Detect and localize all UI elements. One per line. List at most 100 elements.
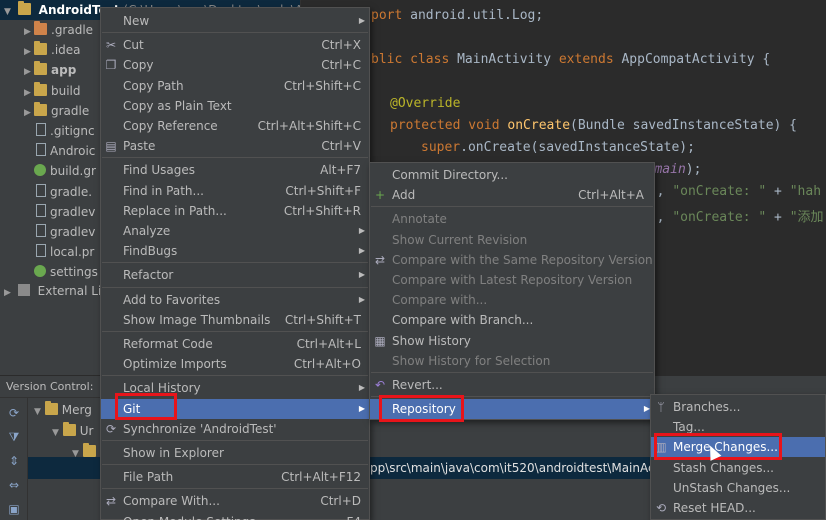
menu-item-label: Copy as Plain Text — [123, 98, 232, 113]
menu-item-copy-path[interactable]: Copy Path Ctrl+Shift+C — [101, 76, 369, 96]
menu-item-label: Compare with Latest Repository Version — [392, 273, 633, 287]
expand-arrow-icon[interactable]: ▶ — [24, 22, 34, 42]
vc-row-merge[interactable]: ▼ Merg — [34, 400, 92, 420]
vc-refresh-icon[interactable]: ⟳ — [7, 406, 21, 420]
folder-icon — [62, 422, 76, 436]
lock-icon[interactable]: ▣ — [7, 502, 21, 516]
tree-item[interactable]: ▶ build — [0, 81, 81, 101]
expand-arrow-icon[interactable]: ▶ — [24, 83, 34, 103]
submenu-arrow-icon: ▶ — [358, 226, 365, 235]
menu-item-copy-reference[interactable]: Copy Reference Ctrl+Alt+Shift+C — [101, 116, 369, 136]
menu-item-unstash-changes[interactable]: UnStash Changes... — [651, 478, 825, 498]
menu-item-find-usages[interactable]: Find Usages Alt+F7 — [101, 160, 369, 180]
menu-item-file-path[interactable]: File Path Ctrl+Alt+F12 — [101, 467, 369, 487]
menu-item-analyze[interactable]: Analyze ▶ — [101, 221, 369, 241]
menu-item-reset-head[interactable]: ⟲ Reset HEAD... — [651, 498, 825, 518]
tree-external-libraries[interactable]: ▶ External Lit — [0, 281, 106, 301]
menu-item-paste[interactable]: ▤ Paste Ctrl+V — [101, 136, 369, 156]
menu-item-find-in-path[interactable]: Find in Path... Ctrl+Shift+F — [101, 181, 369, 201]
collapse-all-icon[interactable]: ⇔ — [7, 478, 21, 492]
menu-item-optimize-imports[interactable]: Optimize Imports Ctrl+Alt+O — [101, 354, 369, 374]
tree-item[interactable]: gradlev — [0, 222, 95, 242]
expand-arrow-icon[interactable]: ▶ — [24, 42, 34, 62]
tree-item-label: build — [51, 83, 81, 98]
tree-item[interactable]: gradlev — [0, 202, 95, 222]
menu-item-show-in-explorer[interactable]: Show in Explorer — [101, 443, 369, 463]
menu-separator — [102, 286, 368, 288]
menu-item-compare-with[interactable]: Compare with... — [370, 290, 654, 310]
file-icon — [36, 183, 46, 197]
tree-item[interactable]: build.gr — [0, 161, 96, 181]
menu-item-label: Commit Directory... — [392, 168, 508, 182]
menu-item-findbugs[interactable]: FindBugs ▶ — [101, 241, 369, 261]
menu-item-compare-with-branch[interactable]: Compare with Branch... — [370, 310, 654, 330]
menu-item-git[interactable]: Git ▶ — [101, 398, 369, 419]
expand-arrow-icon[interactable]: ▶ — [4, 283, 14, 303]
menu-item-synchronize-androidtest[interactable]: ⟳ Synchronize 'AndroidTest' — [101, 419, 369, 439]
menu-item-shortcut: Ctrl+Shift+T — [284, 312, 361, 327]
menu-item-add-to-favorites[interactable]: Add to Favorites ▶ — [101, 290, 369, 310]
menu-separator — [371, 206, 653, 208]
menu-item-cut[interactable]: ✂ Cut Ctrl+X — [101, 35, 369, 55]
menu-item-show-history-for-selection[interactable]: Show History for Selection — [370, 351, 654, 371]
menu-item-annotate[interactable]: Annotate — [370, 209, 654, 229]
expand-arrow-icon[interactable]: ▶ — [24, 103, 34, 123]
menu-item-repository[interactable]: Repository ▶ — [370, 399, 654, 420]
menu-item-commit-directory[interactable]: Commit Directory... — [370, 165, 654, 185]
tree-item-label: Androic — [50, 144, 96, 159]
menu-item-compare-with[interactable]: ⇄ Compare With... Ctrl+D — [101, 491, 369, 511]
menu-separator — [102, 464, 368, 466]
folder-orange-icon — [34, 21, 47, 35]
tree-item-label: gradlev — [50, 225, 96, 239]
menu-item-stash-changes[interactable]: Stash Changes... — [651, 458, 825, 478]
tree-item[interactable]: Androic — [0, 141, 95, 161]
menu-item-copy[interactable]: ❐ Copy Ctrl+C — [101, 55, 369, 75]
menu-item-label: Show History for Selection — [392, 353, 551, 368]
code-line-8: (), "onCreate: " + "添加 — [641, 210, 824, 225]
menu-item-replace-in-path[interactable]: Replace in Path... Ctrl+Shift+R — [101, 201, 369, 221]
menu-item-shortcut: Ctrl+Shift+F — [285, 183, 361, 198]
menu-item-open-module-settings[interactable]: Open Module Settings F4 — [101, 512, 369, 520]
filter-icon[interactable]: ⧩ — [7, 430, 21, 444]
menu-item-tag[interactable]: Tag... — [651, 417, 825, 437]
menu-item-label: Add — [392, 188, 416, 203]
folder-icon — [44, 401, 58, 415]
menu-item-branches[interactable]: ᛘ Branches... — [651, 397, 825, 417]
expand-arrow-icon[interactable]: ▼ — [4, 2, 14, 22]
menu-item-add[interactable]: + Add Ctrl+Alt+A — [370, 185, 654, 205]
menu-item-shortcut: Ctrl+V — [321, 139, 361, 154]
menu-item-label: Show in Explorer — [123, 446, 224, 460]
module-folder-icon — [34, 61, 47, 76]
gradle-icon — [34, 164, 46, 177]
tree-item[interactable]: ▶ .gradle — [0, 20, 93, 40]
expand-arrow-icon[interactable]: ▶ — [24, 62, 34, 82]
tree-item[interactable]: ▶ gradle — [0, 101, 89, 121]
menu-item-show-current-revision[interactable]: Show Current Revision — [370, 230, 654, 250]
menu-item-label: Show Current Revision — [392, 232, 528, 247]
tree-item[interactable]: settings — [0, 262, 98, 282]
menu-item-show-image-thumbnails[interactable]: Show Image Thumbnails Ctrl+Shift+T — [101, 310, 369, 330]
expand-all-icon[interactable]: ⇕ — [7, 454, 21, 468]
code-line-3: @Override — [390, 96, 461, 111]
menu-item-shortcut: Ctrl+Alt+L — [296, 337, 361, 351]
menu-item-reformat-code[interactable]: Reformat Code Ctrl+Alt+L — [101, 334, 369, 354]
tree-item[interactable]: ▶ app — [0, 60, 76, 80]
menu-item-show-history[interactable]: ▦ Show History — [370, 331, 654, 351]
menu-separator — [102, 331, 368, 332]
menu-item-new[interactable]: New ▶ — [101, 11, 369, 31]
menu-item-compare-with-latest-repository-version[interactable]: Compare with Latest Repository Version — [370, 270, 654, 290]
tree-item[interactable]: gradle. — [0, 182, 92, 202]
menu-separator — [102, 375, 368, 377]
menu-item-label: Find Usages — [123, 163, 196, 178]
tree-item[interactable]: ▶ .idea — [0, 40, 81, 60]
menu-item-local-history[interactable]: Local History ▶ — [101, 378, 369, 398]
menu-item-label: Compare with... — [392, 293, 488, 308]
menu-item-copy-as-plain-text[interactable]: Copy as Plain Text — [101, 96, 369, 116]
menu-item-merge-changes[interactable]: ▥ Merge Changes... — [651, 437, 825, 458]
vc-row-updated[interactable]: ▼ Ur — [52, 421, 93, 441]
menu-item-revert[interactable]: ↶ Revert... — [370, 375, 654, 395]
menu-item-refactor[interactable]: Refactor ▶ — [101, 265, 369, 285]
tree-item[interactable]: local.pr — [0, 242, 94, 262]
tree-item[interactable]: .gitignc — [0, 121, 95, 141]
menu-item-compare-with-the-same-repository-version[interactable]: ⇄ Compare with the Same Repository Versio… — [370, 250, 654, 270]
